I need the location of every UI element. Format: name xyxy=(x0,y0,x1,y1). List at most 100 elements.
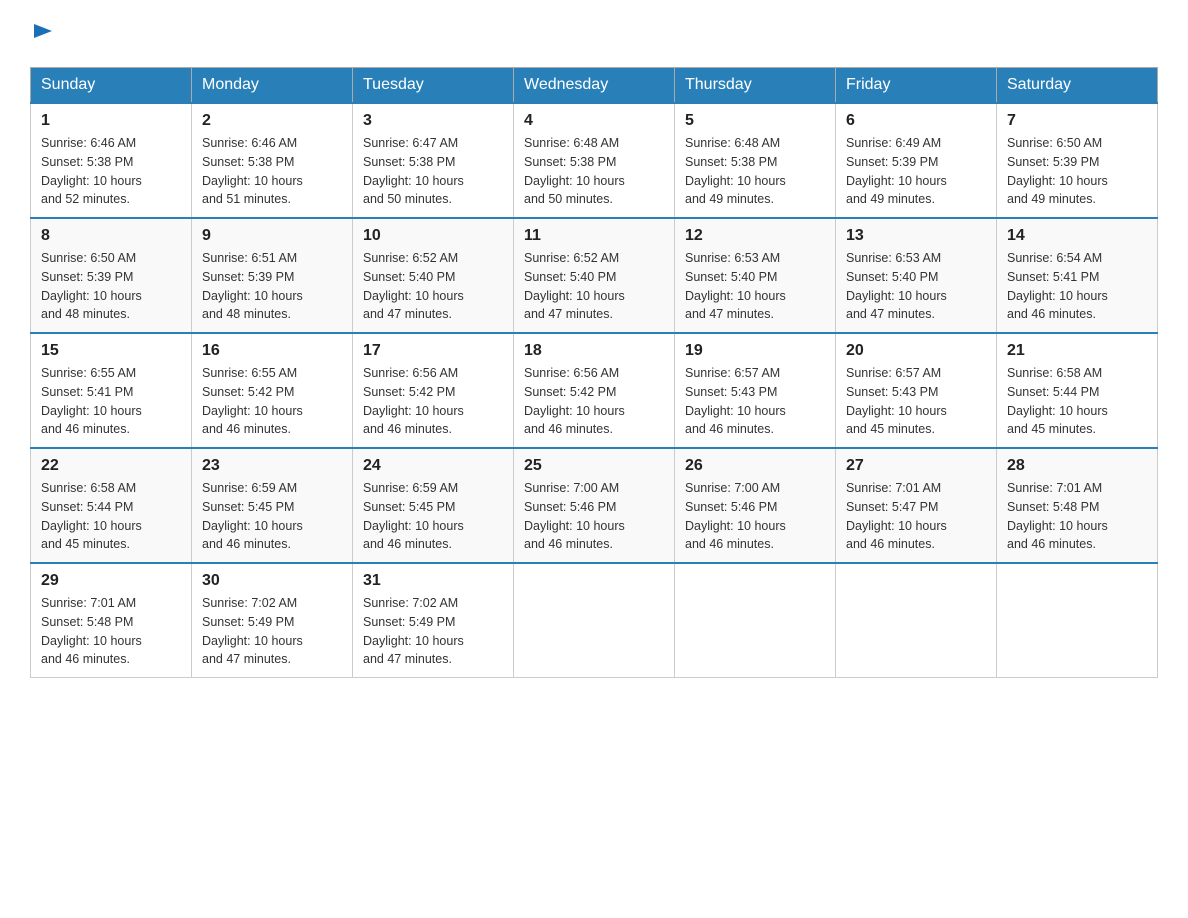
day-info: Sunrise: 6:46 AMSunset: 5:38 PMDaylight:… xyxy=(41,134,181,209)
page-header xyxy=(30,20,1158,47)
header-row: Sunday Monday Tuesday Wednesday Thursday… xyxy=(31,68,1158,104)
calendar-day-cell: 2 Sunrise: 6:46 AMSunset: 5:38 PMDayligh… xyxy=(192,103,353,218)
calendar-day-cell: 25 Sunrise: 7:00 AMSunset: 5:46 PMDaylig… xyxy=(514,448,675,563)
day-info: Sunrise: 7:00 AMSunset: 5:46 PMDaylight:… xyxy=(524,479,664,554)
day-number: 5 xyxy=(685,112,825,130)
day-info: Sunrise: 6:52 AMSunset: 5:40 PMDaylight:… xyxy=(363,249,503,324)
day-info: Sunrise: 7:02 AMSunset: 5:49 PMDaylight:… xyxy=(363,594,503,669)
day-number: 6 xyxy=(846,112,986,130)
calendar-day-cell: 1 Sunrise: 6:46 AMSunset: 5:38 PMDayligh… xyxy=(31,103,192,218)
calendar-day-cell xyxy=(997,563,1158,678)
day-info: Sunrise: 6:57 AMSunset: 5:43 PMDaylight:… xyxy=(846,364,986,439)
col-thursday: Thursday xyxy=(675,68,836,104)
day-number: 10 xyxy=(363,227,503,245)
calendar-day-cell: 14 Sunrise: 6:54 AMSunset: 5:41 PMDaylig… xyxy=(997,218,1158,333)
day-number: 7 xyxy=(1007,112,1147,130)
day-info: Sunrise: 6:55 AMSunset: 5:42 PMDaylight:… xyxy=(202,364,342,439)
day-number: 18 xyxy=(524,342,664,360)
day-info: Sunrise: 6:47 AMSunset: 5:38 PMDaylight:… xyxy=(363,134,503,209)
day-info: Sunrise: 6:48 AMSunset: 5:38 PMDaylight:… xyxy=(685,134,825,209)
calendar-day-cell: 31 Sunrise: 7:02 AMSunset: 5:49 PMDaylig… xyxy=(353,563,514,678)
day-number: 8 xyxy=(41,227,181,245)
col-monday: Monday xyxy=(192,68,353,104)
col-saturday: Saturday xyxy=(997,68,1158,104)
day-info: Sunrise: 7:01 AMSunset: 5:48 PMDaylight:… xyxy=(1007,479,1147,554)
calendar-day-cell: 18 Sunrise: 6:56 AMSunset: 5:42 PMDaylig… xyxy=(514,333,675,448)
calendar-table: Sunday Monday Tuesday Wednesday Thursday… xyxy=(30,67,1158,678)
calendar-day-cell: 21 Sunrise: 6:58 AMSunset: 5:44 PMDaylig… xyxy=(997,333,1158,448)
calendar-day-cell: 5 Sunrise: 6:48 AMSunset: 5:38 PMDayligh… xyxy=(675,103,836,218)
day-number: 17 xyxy=(363,342,503,360)
col-sunday: Sunday xyxy=(31,68,192,104)
day-info: Sunrise: 6:51 AMSunset: 5:39 PMDaylight:… xyxy=(202,249,342,324)
day-info: Sunrise: 6:53 AMSunset: 5:40 PMDaylight:… xyxy=(685,249,825,324)
day-info: Sunrise: 6:53 AMSunset: 5:40 PMDaylight:… xyxy=(846,249,986,324)
day-number: 24 xyxy=(363,457,503,475)
calendar-day-cell: 22 Sunrise: 6:58 AMSunset: 5:44 PMDaylig… xyxy=(31,448,192,563)
day-number: 1 xyxy=(41,112,181,130)
day-info: Sunrise: 6:58 AMSunset: 5:44 PMDaylight:… xyxy=(1007,364,1147,439)
day-info: Sunrise: 6:59 AMSunset: 5:45 PMDaylight:… xyxy=(363,479,503,554)
calendar-day-cell: 28 Sunrise: 7:01 AMSunset: 5:48 PMDaylig… xyxy=(997,448,1158,563)
day-number: 29 xyxy=(41,572,181,590)
logo xyxy=(30,20,54,47)
calendar-day-cell: 11 Sunrise: 6:52 AMSunset: 5:40 PMDaylig… xyxy=(514,218,675,333)
day-number: 25 xyxy=(524,457,664,475)
day-info: Sunrise: 7:01 AMSunset: 5:48 PMDaylight:… xyxy=(41,594,181,669)
calendar-day-cell: 29 Sunrise: 7:01 AMSunset: 5:48 PMDaylig… xyxy=(31,563,192,678)
calendar-day-cell: 13 Sunrise: 6:53 AMSunset: 5:40 PMDaylig… xyxy=(836,218,997,333)
calendar-week-row: 15 Sunrise: 6:55 AMSunset: 5:41 PMDaylig… xyxy=(31,333,1158,448)
day-info: Sunrise: 6:50 AMSunset: 5:39 PMDaylight:… xyxy=(41,249,181,324)
day-number: 13 xyxy=(846,227,986,245)
day-number: 27 xyxy=(846,457,986,475)
day-number: 14 xyxy=(1007,227,1147,245)
day-number: 30 xyxy=(202,572,342,590)
calendar-day-cell: 12 Sunrise: 6:53 AMSunset: 5:40 PMDaylig… xyxy=(675,218,836,333)
calendar-day-cell: 9 Sunrise: 6:51 AMSunset: 5:39 PMDayligh… xyxy=(192,218,353,333)
calendar-day-cell: 27 Sunrise: 7:01 AMSunset: 5:47 PMDaylig… xyxy=(836,448,997,563)
day-info: Sunrise: 6:57 AMSunset: 5:43 PMDaylight:… xyxy=(685,364,825,439)
calendar-day-cell: 6 Sunrise: 6:49 AMSunset: 5:39 PMDayligh… xyxy=(836,103,997,218)
calendar-week-row: 29 Sunrise: 7:01 AMSunset: 5:48 PMDaylig… xyxy=(31,563,1158,678)
day-number: 11 xyxy=(524,227,664,245)
day-number: 31 xyxy=(363,572,503,590)
calendar-day-cell: 10 Sunrise: 6:52 AMSunset: 5:40 PMDaylig… xyxy=(353,218,514,333)
day-number: 21 xyxy=(1007,342,1147,360)
day-number: 19 xyxy=(685,342,825,360)
day-info: Sunrise: 6:54 AMSunset: 5:41 PMDaylight:… xyxy=(1007,249,1147,324)
calendar-day-cell: 23 Sunrise: 6:59 AMSunset: 5:45 PMDaylig… xyxy=(192,448,353,563)
day-number: 4 xyxy=(524,112,664,130)
day-number: 22 xyxy=(41,457,181,475)
day-info: Sunrise: 6:46 AMSunset: 5:38 PMDaylight:… xyxy=(202,134,342,209)
calendar-day-cell xyxy=(675,563,836,678)
calendar-day-cell: 24 Sunrise: 6:59 AMSunset: 5:45 PMDaylig… xyxy=(353,448,514,563)
calendar-day-cell: 4 Sunrise: 6:48 AMSunset: 5:38 PMDayligh… xyxy=(514,103,675,218)
calendar-week-row: 1 Sunrise: 6:46 AMSunset: 5:38 PMDayligh… xyxy=(31,103,1158,218)
logo-triangle-icon xyxy=(32,20,54,42)
calendar-day-cell: 7 Sunrise: 6:50 AMSunset: 5:39 PMDayligh… xyxy=(997,103,1158,218)
calendar-day-cell: 16 Sunrise: 6:55 AMSunset: 5:42 PMDaylig… xyxy=(192,333,353,448)
day-info: Sunrise: 6:58 AMSunset: 5:44 PMDaylight:… xyxy=(41,479,181,554)
day-info: Sunrise: 6:48 AMSunset: 5:38 PMDaylight:… xyxy=(524,134,664,209)
day-info: Sunrise: 6:56 AMSunset: 5:42 PMDaylight:… xyxy=(524,364,664,439)
day-number: 26 xyxy=(685,457,825,475)
calendar-day-cell: 15 Sunrise: 6:55 AMSunset: 5:41 PMDaylig… xyxy=(31,333,192,448)
calendar-day-cell: 20 Sunrise: 6:57 AMSunset: 5:43 PMDaylig… xyxy=(836,333,997,448)
calendar-day-cell: 8 Sunrise: 6:50 AMSunset: 5:39 PMDayligh… xyxy=(31,218,192,333)
calendar-day-cell: 26 Sunrise: 7:00 AMSunset: 5:46 PMDaylig… xyxy=(675,448,836,563)
day-number: 23 xyxy=(202,457,342,475)
day-number: 3 xyxy=(363,112,503,130)
day-info: Sunrise: 6:59 AMSunset: 5:45 PMDaylight:… xyxy=(202,479,342,554)
day-info: Sunrise: 6:55 AMSunset: 5:41 PMDaylight:… xyxy=(41,364,181,439)
day-number: 15 xyxy=(41,342,181,360)
col-friday: Friday xyxy=(836,68,997,104)
day-info: Sunrise: 7:01 AMSunset: 5:47 PMDaylight:… xyxy=(846,479,986,554)
day-info: Sunrise: 7:00 AMSunset: 5:46 PMDaylight:… xyxy=(685,479,825,554)
day-info: Sunrise: 7:02 AMSunset: 5:49 PMDaylight:… xyxy=(202,594,342,669)
calendar-week-row: 22 Sunrise: 6:58 AMSunset: 5:44 PMDaylig… xyxy=(31,448,1158,563)
day-number: 28 xyxy=(1007,457,1147,475)
calendar-day-cell xyxy=(514,563,675,678)
day-number: 20 xyxy=(846,342,986,360)
day-number: 16 xyxy=(202,342,342,360)
day-info: Sunrise: 6:49 AMSunset: 5:39 PMDaylight:… xyxy=(846,134,986,209)
